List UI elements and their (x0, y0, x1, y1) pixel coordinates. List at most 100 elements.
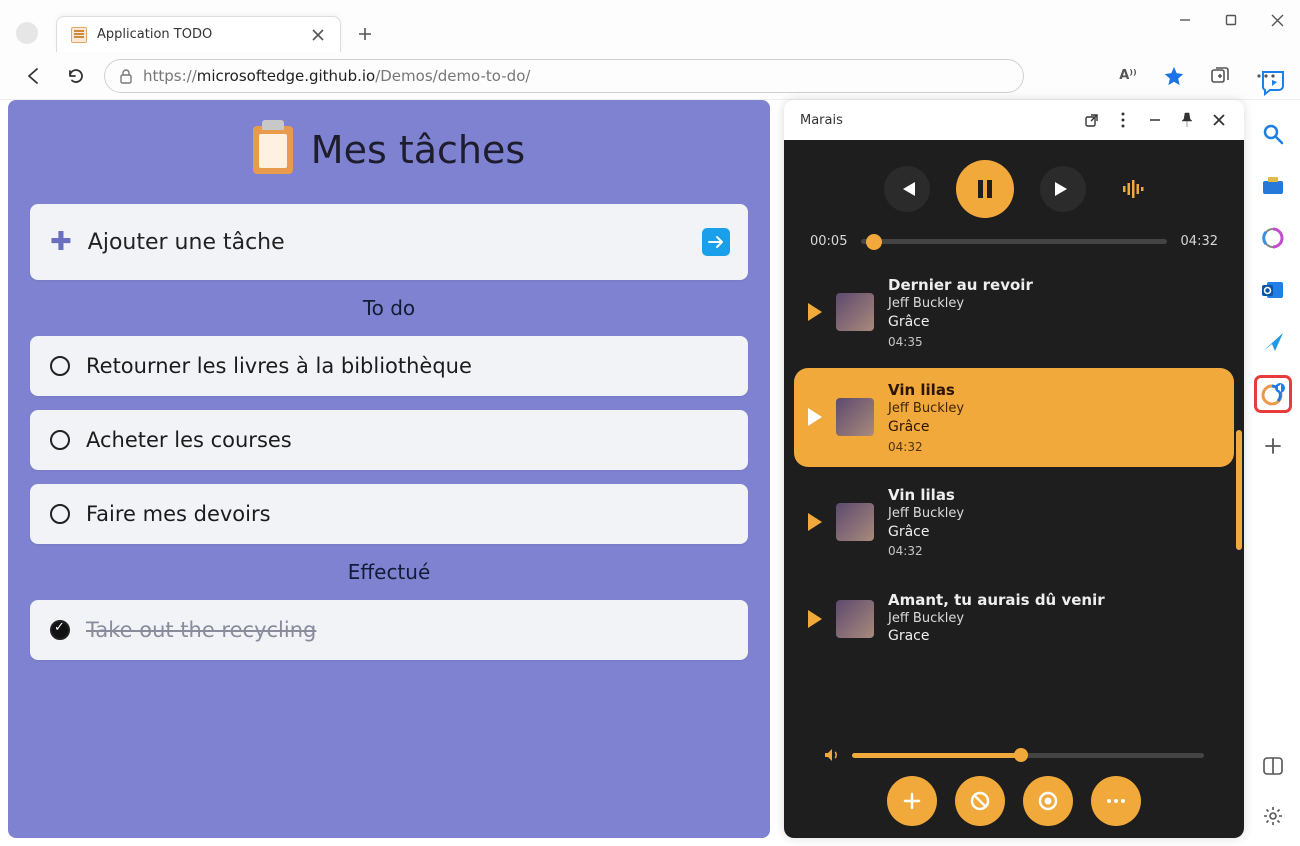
section-done-title: Effectué (30, 560, 748, 584)
task-checkbox[interactable] (50, 620, 70, 640)
player-header-title: Marais (800, 113, 843, 128)
add-task-input[interactable]: ✚ Ajouter une tâche (30, 204, 748, 280)
shuffle-button[interactable] (955, 776, 1005, 826)
track-title: Vin lilas (888, 485, 964, 505)
track-play-icon[interactable] (808, 408, 822, 426)
track-artist: Jeff Buckley (888, 505, 964, 523)
track-artist: Jeff Buckley (888, 610, 1105, 628)
track-play-icon[interactable] (808, 610, 822, 628)
add-task-submit-button[interactable] (702, 228, 730, 256)
task-checkbox[interactable] (50, 504, 70, 524)
album-art (836, 600, 874, 638)
player-more-icon[interactable] (1114, 112, 1132, 128)
lock-icon (119, 68, 133, 84)
settings-icon[interactable] (1257, 800, 1289, 832)
browser-toolbar: https://microsoftedge.github.io/Demos/de… (0, 52, 1300, 100)
add-sidebar-icon[interactable] (1257, 430, 1289, 462)
refresh-button[interactable] (62, 62, 90, 90)
album-art (836, 503, 874, 541)
previous-track-button[interactable] (884, 166, 930, 212)
album-art (836, 398, 874, 436)
playlist-scrollbar[interactable] (1236, 430, 1242, 550)
clipboard-icon (253, 126, 293, 174)
edge-sidebar (1250, 60, 1296, 840)
play-pause-button[interactable] (956, 160, 1014, 218)
total-duration: 04:32 (1181, 234, 1218, 249)
track-artist: Jeff Buckley (888, 400, 964, 418)
track-row[interactable]: Vin lilas Jeff Buckley Grâce 04:32 (794, 473, 1234, 572)
browser-tab[interactable]: Application TODO (56, 16, 341, 52)
outlook-sidebar-icon[interactable] (1257, 274, 1289, 306)
task-text: Acheter les courses (86, 428, 292, 452)
album-art (836, 293, 874, 331)
task-text: Retourner les livres à la bibliothèque (86, 354, 472, 378)
search-sidebar-icon[interactable] (1257, 118, 1289, 150)
track-title: Amant, tu aurais dû venir (888, 590, 1105, 610)
plus-icon: ✚ (50, 227, 72, 257)
window-minimize-button[interactable] (1162, 0, 1208, 40)
track-title: Vin lilas (888, 380, 964, 400)
task-checkbox[interactable] (50, 430, 70, 450)
todo-app-panel: Mes tâches ✚ Ajouter une tâche To do Ret… (8, 100, 770, 838)
bing-chat-icon[interactable] (1257, 66, 1289, 98)
office-sidebar-icon[interactable] (1257, 222, 1289, 254)
task-text: Faire mes devoirs (86, 502, 271, 526)
track-artist: Jeff Buckley (888, 295, 1033, 313)
track-play-icon[interactable] (808, 513, 822, 531)
track-title: Dernier au revoir (888, 275, 1033, 295)
tab-favicon (71, 27, 87, 43)
task-text: Take out the recycling (86, 618, 316, 642)
track-length: 04:32 (888, 439, 964, 455)
track-album: Grâce (888, 523, 964, 542)
more-actions-button[interactable] (1091, 776, 1141, 826)
address-bar[interactable]: https://microsoftedge.github.io/Demos/de… (104, 59, 1024, 93)
back-button[interactable] (20, 62, 48, 90)
track-row[interactable]: Amant, tu aurais dû venir Jeff Buckley G… (794, 578, 1234, 661)
collections-icon[interactable] (1206, 62, 1234, 90)
media-player-panel: Marais (784, 100, 1244, 838)
player-close-icon[interactable] (1210, 113, 1228, 127)
track-length: 04:35 (888, 334, 1033, 350)
record-button[interactable] (1023, 776, 1073, 826)
task-item[interactable]: Faire mes devoirs (30, 484, 748, 544)
task-checkbox[interactable] (50, 356, 70, 376)
read-aloud-icon[interactable]: A⁾⁾ (1114, 62, 1142, 90)
profile-avatar[interactable] (16, 22, 38, 44)
track-album: Grâce (888, 418, 964, 437)
track-album: Grace (888, 627, 1105, 646)
volume-icon[interactable] (824, 748, 840, 762)
player-minimize-icon[interactable] (1146, 113, 1164, 127)
track-length: 04:32 (888, 543, 964, 559)
section-todo-title: To do (30, 296, 748, 320)
favorite-star-icon[interactable] (1160, 62, 1188, 90)
open-external-icon[interactable] (1082, 113, 1100, 128)
task-item[interactable]: Take out the recycling (30, 600, 748, 660)
task-item[interactable]: Acheter les courses (30, 410, 748, 470)
equalizer-icon[interactable] (1122, 180, 1144, 198)
next-track-button[interactable] (1040, 166, 1086, 212)
player-pin-icon[interactable] (1178, 112, 1196, 128)
add-track-button[interactable] (887, 776, 937, 826)
shopping-sidebar-icon[interactable] (1257, 170, 1289, 202)
track-play-icon[interactable] (808, 303, 822, 321)
volume-slider[interactable] (852, 753, 1204, 758)
tab-close-icon[interactable] (310, 27, 326, 43)
track-row[interactable]: Vin lilas Jeff Buckley Grâce 04:32 (794, 368, 1234, 467)
window-close-button[interactable] (1254, 0, 1300, 40)
address-url: https://microsoftedge.github.io/Demos/de… (143, 67, 530, 85)
page-title: Mes tâches (311, 128, 525, 172)
browser-titlebar: Application TODO (0, 0, 1300, 52)
track-album: Grâce (888, 313, 1033, 332)
track-row[interactable]: Dernier au revoir Jeff Buckley Grâce 04:… (794, 263, 1234, 362)
add-task-placeholder: Ajouter une tâche (88, 230, 285, 255)
task-item[interactable]: Retourner les livres à la bibliothèque (30, 336, 748, 396)
elapsed-time: 00:05 (810, 234, 847, 249)
window-controls (1162, 0, 1300, 40)
split-screen-icon[interactable] (1257, 750, 1289, 782)
new-tab-button[interactable] (349, 18, 381, 50)
seek-bar[interactable] (861, 239, 1166, 244)
send-sidebar-icon[interactable] (1257, 326, 1289, 358)
media-sidebar-icon[interactable] (1257, 378, 1289, 410)
tab-title: Application TODO (97, 27, 300, 42)
window-maximize-button[interactable] (1208, 0, 1254, 40)
